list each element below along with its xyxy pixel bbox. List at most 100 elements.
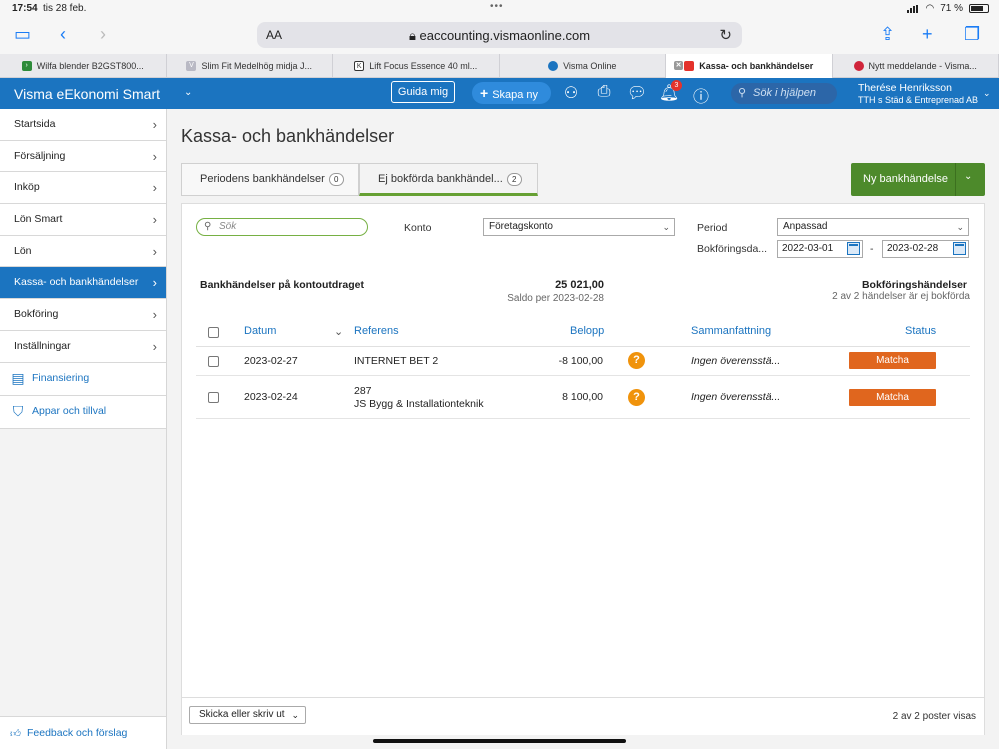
calendar-icon[interactable] [847,242,860,255]
sidebar-item-kassa-bank[interactable]: Kassa- och bankhändelser › [0,267,166,300]
favicon-icon [853,61,864,71]
address-bar[interactable]: AA 🔒︎ eaccounting.vismaonline.com ↻ [257,22,742,48]
create-new-button[interactable]: + Skapa ny [472,82,551,104]
sidebar-item-inkop[interactable]: Inköp › [0,172,166,205]
button-divider [955,163,956,196]
row-belopp: 8 100,00 [562,391,603,403]
browser-tab[interactable]: V Slim Fit Medelhög midja J... [167,54,333,78]
chevron-down-icon: ⌄ [291,710,299,720]
sidebar-item-installningar[interactable]: Inställningar › [0,330,166,363]
column-sammanfattning[interactable]: Sammanfattning [691,325,771,337]
sidebar-item-bokforing[interactable]: Bokföring › [0,299,166,331]
chevron-down-icon[interactable]: ⌄ [983,88,991,99]
close-tab-icon[interactable]: ✕ [674,61,683,70]
bokforingsdatum-label: Bokföringsda... [697,243,768,255]
guide-button[interactable]: Guida mig [391,81,455,103]
help-icon[interactable]: ⓘ [690,83,712,107]
chevron-right-icon: › [152,117,157,132]
card-icon: ▤ [11,370,25,386]
row-referens-name: JS Bygg & Installationteknik [354,398,484,410]
table-row[interactable]: 2023-02-24 287 JS Bygg & Installationtek… [196,376,970,419]
bokforing-subtitle: 2 av 2 händelser är ej bokförda [832,291,970,302]
chevron-down-icon[interactable]: ⌄ [184,87,192,98]
feedback-label: Feedback och förslag [26,727,128,739]
help-search-input[interactable]: ⚲ Sök i hjälpen [731,83,837,104]
sort-chevron-down-icon[interactable]: ⌄ [334,325,343,338]
user-settings-icon[interactable]: ⚇ [560,83,582,103]
sidebar-item-forsaljning[interactable]: Försäljning › [0,140,166,173]
column-belopp[interactable]: Belopp [570,325,604,337]
chat-icon[interactable]: 💬︎ [626,83,648,103]
sidebar-toggle-icon[interactable]: ▭ [14,24,31,44]
period-select[interactable]: Anpassad ⌄ [777,218,969,236]
row-referens: INTERNET BET 2 [354,355,439,367]
date: tis 28 feb. [43,3,87,14]
app-brand[interactable]: Visma eEkonomi Smart [14,86,160,102]
search-input[interactable]: ⚲ Sök [196,218,368,236]
column-referens[interactable]: Referens [354,325,399,337]
feedback-link[interactable]: 👍︎ Feedback och förslag [0,716,166,749]
konto-value: Företagskonto [489,221,553,232]
sidebar-item-lon[interactable]: Lön › [0,235,166,268]
sidebar-link-appar[interactable]: ⛉ Appar och tillval [0,395,166,429]
tab-ej-bokforda[interactable]: Ej bokförda bankhändel... 2 [359,163,538,196]
cellular-signal-icon [907,4,919,13]
column-status[interactable]: Status [905,325,936,337]
column-datum[interactable]: Datum [244,325,276,337]
share-icon[interactable]: ⇪ [880,24,895,44]
chevron-right-icon: › [152,148,157,164]
select-all-checkbox[interactable] [208,327,219,338]
question-icon[interactable]: ? [628,389,645,406]
table-header: Datum ⌄ Referens Belopp Sammanfattning S… [196,317,970,347]
row-checkbox[interactable] [208,392,219,403]
forward-arrow-icon[interactable]: › [100,24,106,44]
question-icon[interactable]: ? [628,352,645,369]
notification-badge: 3 [671,80,682,91]
sidebar-link-finansiering[interactable]: ▤ Finansiering [0,362,166,396]
wifi-icon: ◠ [925,3,935,14]
tab-overview-icon[interactable]: ❐ [964,24,980,44]
chevron-down-icon[interactable]: ⌄ [964,171,972,182]
tab-periodens-bankhandelser[interactable]: Periodens bankhändelser 0 [181,163,359,196]
browser-tab[interactable]: Visma Online [500,54,666,78]
date-to-input[interactable]: 2023-02-28 [882,240,969,258]
row-checkbox[interactable] [208,356,219,367]
sidebar-item-label: Försäljning [14,149,66,162]
browser-tab[interactable]: Nytt meddelande - Visma... [833,54,999,78]
match-button[interactable]: Matcha [849,389,936,406]
count-badge: 0 [328,172,344,186]
match-button[interactable]: Matcha [849,352,936,369]
printer-icon[interactable]: ⎙ [593,83,615,101]
browser-tab-active[interactable]: ✕ Kassa- och bankhändelser [666,54,833,78]
new-bank-event-label: Ny bankhändelse [863,173,949,185]
row-sammanfattning: Ingen överensstä... [691,355,781,367]
new-tab-icon[interactable]: + [922,24,933,44]
tab-label: Ej bokförda bankhändel... [378,173,503,185]
bokforing-title: Bokföringshändelser [861,279,967,291]
new-bank-event-button[interactable]: Ny bankhändelse ⌄ [851,163,985,196]
row-datum: 2023-02-27 [244,355,298,367]
create-new-label: Skapa ny [492,89,539,101]
chevron-right-icon: › [152,338,157,354]
home-indicator[interactable] [373,739,626,743]
tab-label: Kassa- och bankhändelser [699,61,814,71]
row-sammanfattning: Ingen överensstä... [691,391,781,403]
sidebar-item-lon-smart[interactable]: Lön Smart › [0,204,166,236]
browser-toolbar: ▭ ‹ › AA 🔒︎ eaccounting.vismaonline.com … [0,18,999,54]
konto-select[interactable]: Företagskonto ⌄ [483,218,675,236]
user-menu[interactable]: Therése Henriksson TTH s Städ & Entrepre… [858,82,978,106]
browser-tab[interactable]: K Lift Focus Essence 40 ml... [333,54,500,78]
browser-tab[interactable]: › Wilfa blender B2GST800... [0,54,167,78]
sidebar-item-label: Inköp [14,181,40,194]
chevron-down-icon: ⌄ [662,222,670,232]
date-from-input[interactable]: 2022-03-01 [777,240,863,258]
sidebar-item-startsida[interactable]: Startsida › [0,109,166,141]
table-row[interactable]: 2023-02-27 INTERNET BET 2 -8 100,00 ? In… [196,347,970,376]
calendar-icon[interactable] [953,242,966,255]
send-print-button[interactable]: Skicka eller skriv ut ⌄ [189,706,306,724]
page-title: Kassa- och bankhändelser [181,126,395,146]
multitask-dots-icon[interactable]: ••• [490,1,504,12]
back-arrow-icon[interactable]: ‹ [60,24,66,44]
plus-icon: + [480,85,489,101]
reload-icon[interactable]: ↻ [719,26,732,44]
